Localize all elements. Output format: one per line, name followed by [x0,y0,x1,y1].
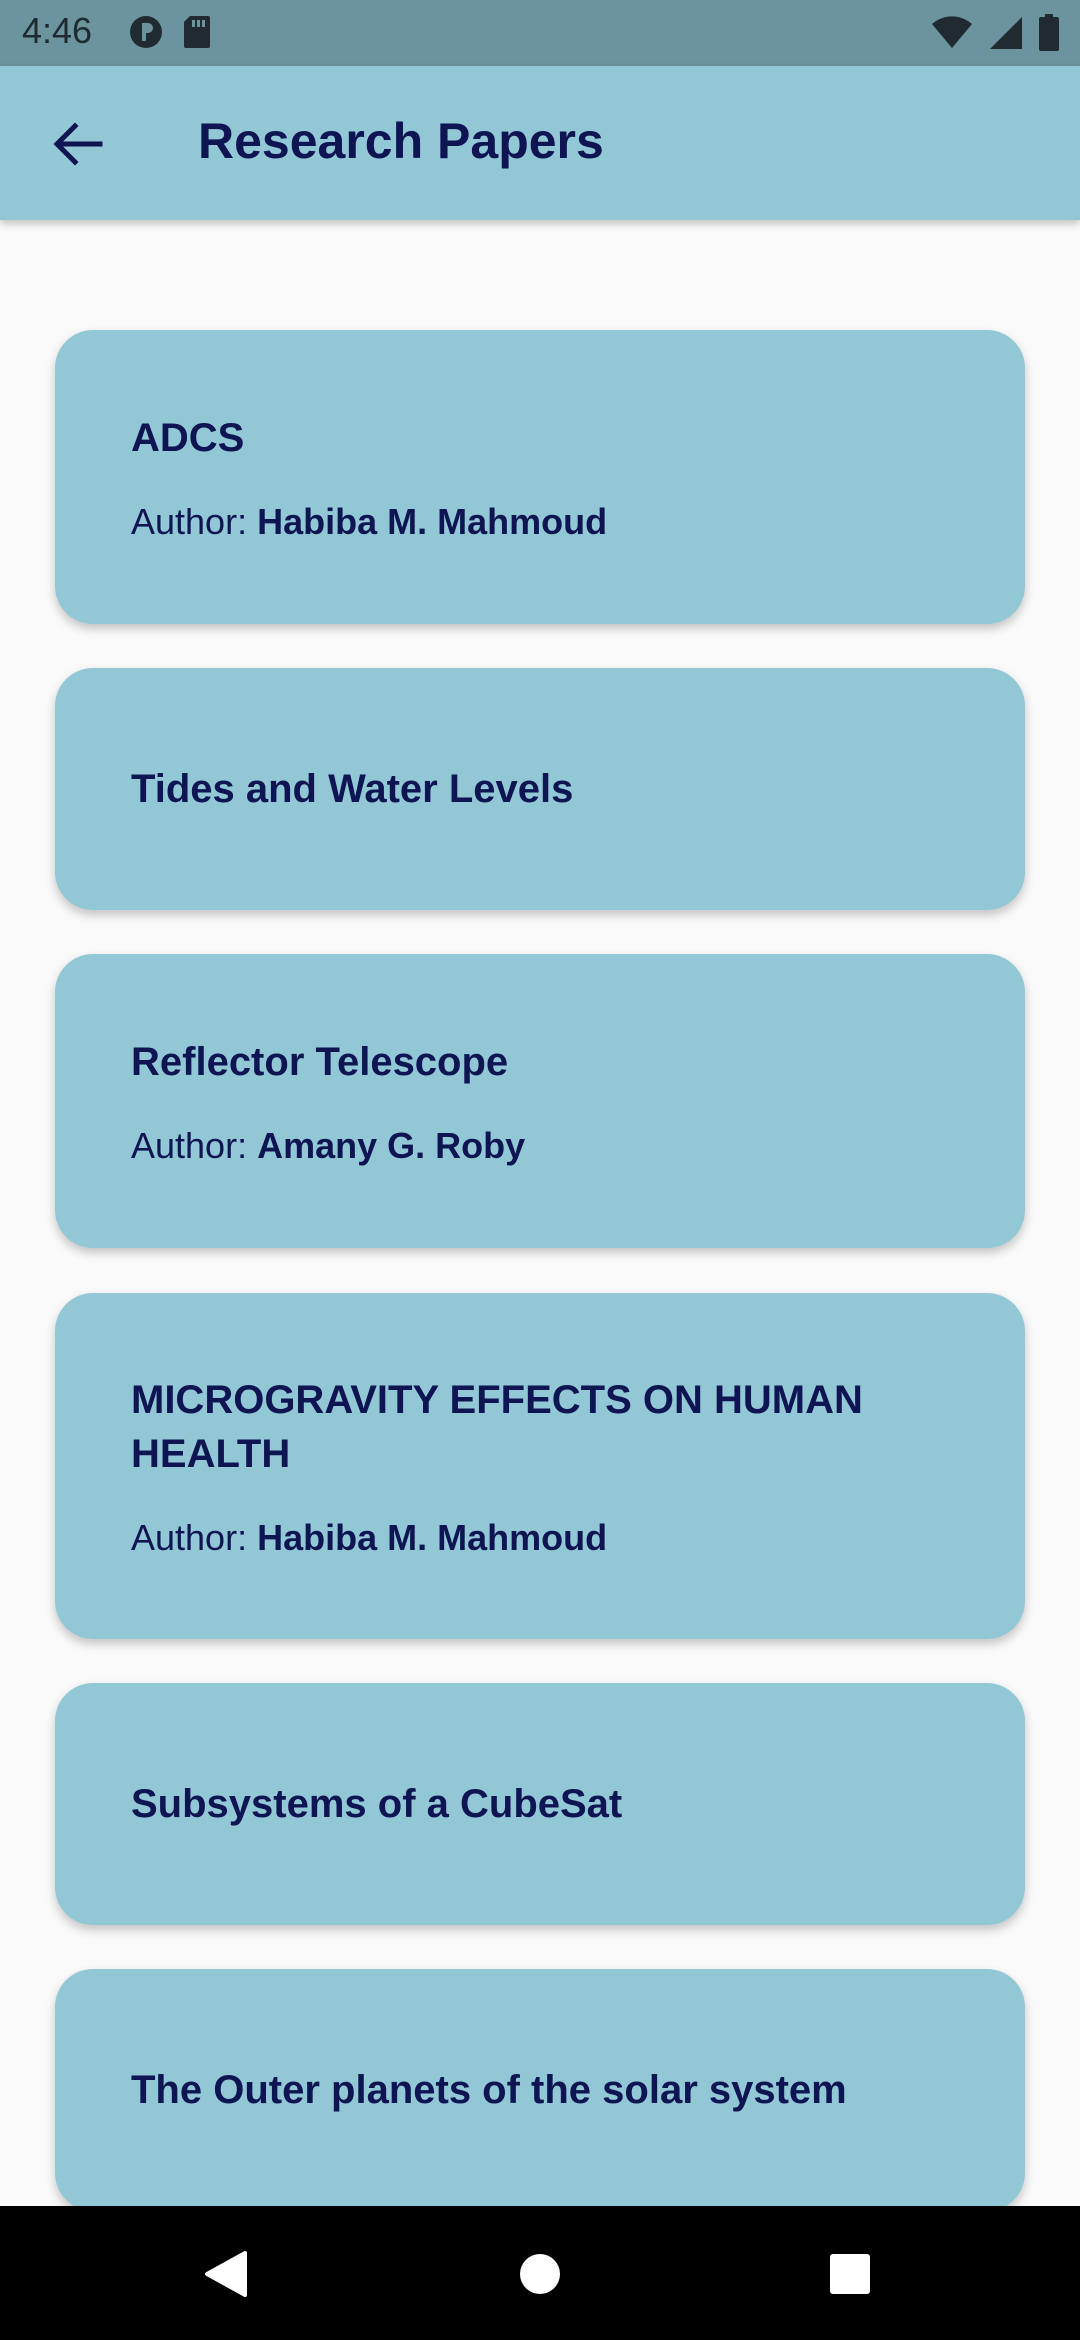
paper-title: ADCS [131,416,245,460]
paper-card-tides[interactable]: Tides and Water Levels [55,668,1025,910]
status-bar: 4:46 [0,0,1080,66]
paper-card-adcs[interactable]: ADCS Author: Habiba M. Mahmoud [55,330,1025,624]
back-triangle-icon [205,2251,247,2297]
paper-title: MICROGRAVITY EFFECTS ON HUMAN HEALTH [131,1378,863,1476]
system-nav-bar [0,2206,1080,2340]
home-circle-icon [520,2254,560,2294]
paper-title: Tides and Water Levels [131,767,574,811]
author-name: Habiba M. Mahmoud [257,501,608,542]
nav-recents-button[interactable] [818,2242,882,2306]
data-saver-icon [130,16,162,48]
author-label: Author: [131,1517,258,1558]
author-label: Author: [131,1125,258,1166]
back-button[interactable] [40,106,116,182]
status-left-icons [128,14,212,50]
recents-square-icon [830,2254,870,2294]
paper-author: Author: Habiba M. Mahmoud [131,501,949,543]
paper-author: Author: Amany G. Roby [131,1125,949,1167]
paper-title: Reflector Telescope [131,1040,509,1084]
sd-card-icon [184,16,210,48]
author-name: Habiba M. Mahmoud [257,1517,608,1558]
paper-title: The Outer planets of the solar system [131,2068,847,2112]
app-bar: Research Papers [0,66,1080,220]
author-label: Author: [131,501,258,542]
battery-icon [1039,14,1059,51]
paper-card-cubesat[interactable]: Subsystems of a CubeSat [55,1683,1025,1925]
author-name: Amany G. Roby [257,1125,526,1166]
status-time: 4:46 [22,10,93,51]
papers-list[interactable]: ADCS Author: Habiba M. Mahmoud Tides and… [0,220,1080,2206]
wifi-icon [932,16,972,48]
nav-home-button[interactable] [508,2242,572,2306]
page-title: Research Papers [198,113,604,169]
paper-card-outer-planets[interactable]: The Outer planets of the solar system [55,1969,1025,2206]
paper-author: Author: Habiba M. Mahmoud [131,1517,949,1559]
paper-card-reflector-telescope[interactable]: Reflector Telescope Author: Amany G. Rob… [55,954,1025,1248]
status-right-icons [930,14,1060,52]
nav-back-button[interactable] [194,2242,258,2306]
arrow-back-icon [53,122,103,166]
paper-title: Subsystems of a CubeSat [131,1782,623,1826]
signal-icon [990,17,1022,49]
paper-card-microgravity[interactable]: MICROGRAVITY EFFECTS ON HUMAN HEALTH Aut… [55,1293,1025,1639]
